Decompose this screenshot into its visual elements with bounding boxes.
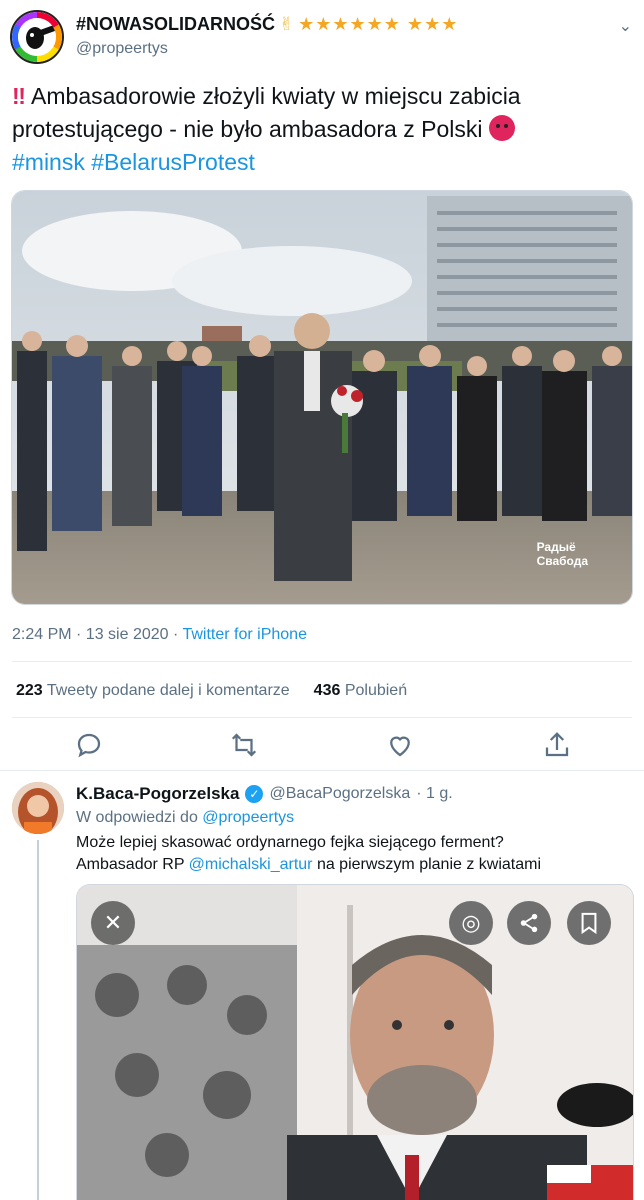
author-handle[interactable]: @propeertys <box>76 40 168 58</box>
stars-emoji: ★★★★★★ ★★★ <box>298 14 459 34</box>
lens-icon[interactable]: ◎ <box>449 901 493 945</box>
share-icon[interactable] <box>507 901 551 945</box>
reply-line-2: Ambasador RP @michalski_artur na pierwsz… <box>76 856 542 873</box>
chevron-down-icon[interactable]: ⌄ <box>619 16 632 36</box>
tweet-photo[interactable]: Радыё Свабода <box>11 190 633 605</box>
author-name-row[interactable]: #NOWASOLIDARNOŚĆ ✌ ★★★★★★ ★★★ <box>76 14 458 35</box>
divider <box>0 770 644 771</box>
likes-stat[interactable]: 436 Polubień <box>314 682 407 700</box>
reply-text: Może lepiej skasować ordynarnego fejka s… <box>76 832 632 876</box>
tweet-timestamp[interactable]: 2:24 PM · 13 sie 2020 · <box>12 626 178 643</box>
victory-emoji: ✌ <box>279 14 295 34</box>
tweet-header: #NOWASOLIDARNOŚĆ ✌ ★★★★★★ ★★★ @propeerty… <box>10 10 634 66</box>
tweet-body: Ambasadorowie złożyli kwiaty w miejscu z… <box>12 83 521 142</box>
verified-badge-icon: ✓ <box>245 785 264 803</box>
tweet-text: ‼ Ambasadorowie złożyli kwiaty w miejscu… <box>12 80 632 179</box>
retweets-stat[interactable]: 223 Tweety podane dalej i komentarze <box>16 682 290 700</box>
tweet-source[interactable]: Twitter for iPhone <box>182 626 307 643</box>
double-exclamation-emoji: ‼ <box>12 83 26 109</box>
thread-line <box>37 840 39 1200</box>
reply-photo[interactable]: ✕ ◎ <box>76 884 634 1200</box>
replying-to-handle[interactable]: @propeertys <box>202 809 294 826</box>
reply-icon[interactable] <box>74 730 104 760</box>
reply-display-name[interactable]: K.Baca-Pogorzelska <box>76 784 239 804</box>
divider <box>12 717 632 718</box>
mention-link[interactable]: @michalski_artur <box>189 856 313 873</box>
retweet-icon[interactable] <box>229 730 259 760</box>
heart-icon[interactable] <box>385 730 415 760</box>
hashtag-belarusprotest[interactable]: #BelarusProtest <box>91 149 255 175</box>
close-icon[interactable]: ✕ <box>91 901 135 945</box>
bookmark-icon[interactable] <box>567 901 611 945</box>
reply-line-1: Może lepiej skasować ordynarnego fejka s… <box>76 834 504 851</box>
reply-author-avatar[interactable] <box>12 782 64 834</box>
radio-svoboda-watermark: Радыё Свабода <box>536 540 588 568</box>
share-icon[interactable] <box>542 730 572 760</box>
author-display-name[interactable]: #NOWASOLIDARNOŚĆ <box>76 14 275 35</box>
reply-handle[interactable]: @BacaPogorzelska <box>269 785 410 803</box>
author-avatar[interactable] <box>10 10 64 64</box>
tweet-actions <box>0 730 644 760</box>
angry-face-emoji <box>488 115 515 141</box>
tweet-stats: 223 Tweety podane dalej i komentarze 436… <box>16 682 407 700</box>
reply-time[interactable]: · 1 g. <box>416 785 452 803</box>
tweet-meta: 2:24 PM · 13 sie 2020 · Twitter for iPho… <box>12 626 307 644</box>
replying-to: W odpowiedzi do @propeertys <box>76 809 295 826</box>
reply-header: K.Baca-Pogorzelska ✓ @BacaPogorzelska · … <box>76 784 453 804</box>
hashtag-minsk[interactable]: #minsk <box>12 149 85 175</box>
divider <box>12 661 632 662</box>
